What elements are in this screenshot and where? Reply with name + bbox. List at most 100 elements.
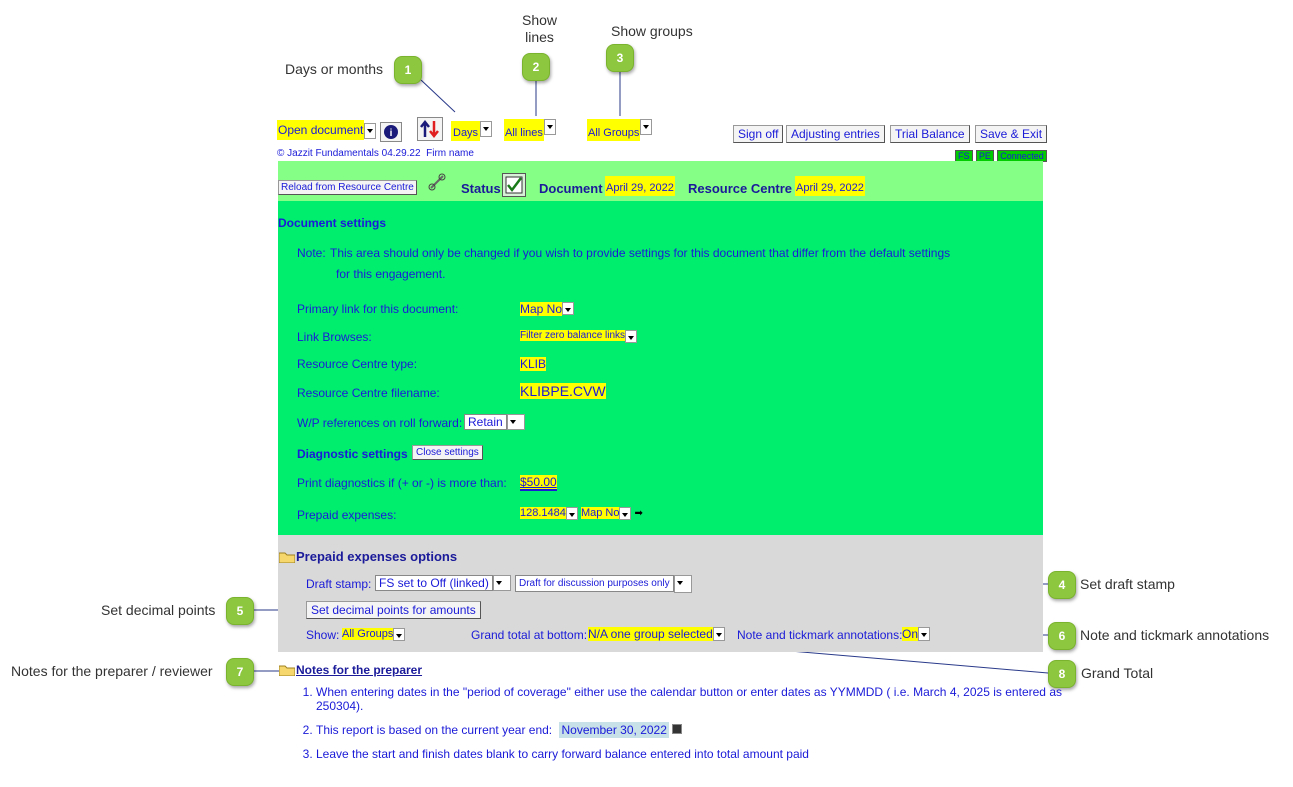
annotation-set-draft-stamp: Set draft stamp bbox=[1080, 576, 1175, 592]
options-folder-icon bbox=[278, 551, 296, 566]
callout-7: 7 bbox=[226, 658, 254, 686]
link-browses-select[interactable]: Filter zero balance links bbox=[520, 330, 638, 343]
rc-type-value: KLIB bbox=[520, 357, 547, 371]
status-label: Status: bbox=[461, 181, 506, 196]
wp-references-label: W/P references on roll forward: bbox=[297, 416, 463, 430]
grand-total-label: Grand total at bottom: bbox=[471, 628, 588, 642]
note-line2: for this engagement. bbox=[336, 267, 446, 281]
groups-value: All Groups bbox=[587, 119, 641, 141]
document-label: Document : bbox=[539, 181, 611, 196]
annotation-set-decimal-points: Set decimal points bbox=[101, 602, 216, 618]
draft-stamp-label: Draft stamp: bbox=[306, 577, 372, 591]
notes-title-link[interactable]: Notes for the preparer bbox=[296, 663, 422, 677]
callout-4: 4 bbox=[1048, 571, 1076, 599]
callout-3: 3 bbox=[606, 44, 634, 72]
show-value: All Groups bbox=[342, 628, 394, 640]
callout-8: 8 bbox=[1048, 660, 1076, 688]
days-months-select[interactable]: Days bbox=[451, 121, 493, 141]
rc-filename-value: KLIBPE.CVW bbox=[520, 383, 606, 399]
draft-stamp-select[interactable]: FS set to Off (linked) bbox=[375, 575, 511, 591]
chevron-down-icon bbox=[918, 627, 931, 641]
note-item-2: This report is based on the current year… bbox=[316, 722, 1062, 738]
info-icon: i bbox=[384, 125, 398, 139]
note-line1: This area should only be changed if you … bbox=[330, 246, 951, 260]
primary-link-select[interactable]: Map No bbox=[520, 302, 575, 316]
rc-filename-label: Resource Centre filename: bbox=[297, 386, 440, 400]
chevron-down-icon bbox=[543, 119, 556, 135]
chevron-down-icon bbox=[562, 302, 575, 315]
show-select[interactable]: All Groups bbox=[342, 628, 406, 641]
draft-text-value: Draft for discussion purposes only bbox=[515, 575, 674, 592]
chevron-down-icon bbox=[480, 121, 493, 137]
chevron-down-icon bbox=[506, 414, 525, 430]
show-label: Show: bbox=[306, 628, 340, 642]
callout-1: 1 bbox=[394, 56, 422, 84]
primary-link-label: Primary link for this document: bbox=[297, 302, 459, 316]
note-tickmark-select[interactable]: On bbox=[902, 627, 931, 641]
notes-list: When entering dates in the "period of co… bbox=[296, 685, 1062, 771]
set-decimal-points-button[interactable]: Set decimal points for amounts bbox=[306, 601, 481, 619]
open-document-menu[interactable]: Open document bbox=[277, 120, 377, 140]
options-title: Prepaid expenses options bbox=[296, 549, 458, 564]
notes-folder-icon bbox=[278, 664, 296, 679]
note-tickmark-label: Note and tickmark annotations: bbox=[737, 628, 903, 642]
chevron-down-icon bbox=[492, 575, 511, 591]
annotation-note-tickmark: Note and tickmark annotations bbox=[1080, 627, 1270, 643]
info-button[interactable]: i bbox=[380, 122, 402, 142]
chevron-down-icon bbox=[393, 628, 406, 641]
chevron-down-icon bbox=[364, 123, 377, 139]
rc-date: April 29, 2022 bbox=[795, 176, 865, 196]
trial-balance-button[interactable]: Trial Balance bbox=[890, 125, 970, 143]
draft-text-select[interactable]: Draft for discussion purposes only bbox=[515, 575, 692, 593]
wp-references-select[interactable]: Retain bbox=[464, 414, 525, 430]
link-icon[interactable] bbox=[427, 172, 447, 192]
sign-off-button[interactable]: Sign off bbox=[733, 125, 784, 143]
year-end-date[interactable]: November 30, 2022 bbox=[559, 722, 669, 738]
prepaid-map-select[interactable]: Map No bbox=[580, 507, 632, 520]
calendar-icon[interactable] bbox=[672, 724, 683, 734]
note-item-2-text: This report is based on the current year… bbox=[316, 723, 553, 737]
svg-text:i: i bbox=[390, 128, 393, 139]
open-document-label: Open document bbox=[277, 120, 365, 140]
annotation-show-lines: Show lines bbox=[522, 12, 558, 45]
prepaid-expenses-selects: 128.1484 Map No ➡ bbox=[520, 507, 643, 520]
adjusting-entries-button[interactable]: Adjusting entries bbox=[786, 125, 885, 143]
annotation-days-or-months: Days or months bbox=[285, 61, 384, 77]
save-exit-button[interactable]: Save & Exit bbox=[975, 125, 1048, 143]
chevron-down-icon bbox=[619, 507, 632, 520]
reload-button[interactable]: Reload from Resource Centre bbox=[278, 180, 417, 195]
rc-type-label: Resource Centre type: bbox=[297, 357, 418, 371]
annotation-show-groups: Show groups bbox=[611, 23, 693, 39]
lines-value: All lines bbox=[504, 119, 544, 141]
arrow-right-icon[interactable]: ➡ bbox=[635, 508, 643, 519]
prepaid-expenses-label: Prepaid expenses: bbox=[297, 508, 397, 522]
primary-link-value: Map No bbox=[520, 302, 563, 316]
close-settings-button[interactable]: Close settings bbox=[412, 445, 483, 460]
grand-total-select[interactable]: N/A one group selected bbox=[588, 627, 725, 641]
lines-select[interactable]: All lines bbox=[504, 119, 556, 141]
document-date: April 29, 2022 bbox=[605, 176, 675, 196]
annotation-notes-preparer-reviewer: Notes for the preparer / reviewer bbox=[11, 663, 213, 679]
print-diagnostics-value[interactable]: $50.00 bbox=[520, 475, 557, 491]
annotation-grand-total: Grand Total bbox=[1081, 665, 1154, 681]
chevron-down-icon bbox=[625, 330, 638, 343]
copyright-text: © Jazzit Fundamentals 04.29.22 Firm name bbox=[277, 148, 474, 159]
prepaid-number-value: 128.1484 bbox=[520, 507, 566, 519]
draft-stamp-value: FS set to Off (linked) bbox=[375, 575, 493, 591]
groups-select[interactable]: All Groups bbox=[587, 119, 653, 141]
print-diagnostics-label: Print diagnostics if (+ or -) is more th… bbox=[297, 476, 507, 490]
chevron-down-icon bbox=[673, 575, 692, 593]
status-check-icon[interactable] bbox=[502, 173, 526, 197]
link-browses-label: Link Browses: bbox=[297, 330, 372, 344]
document-settings-title: Document settings bbox=[278, 216, 387, 230]
prepaid-map-value: Map No bbox=[580, 507, 620, 519]
days-value: Days bbox=[451, 121, 481, 141]
note-item-1: When entering dates in the "period of co… bbox=[316, 685, 1062, 713]
chevron-down-icon bbox=[565, 507, 578, 520]
status-toggles: FS PE Connected bbox=[955, 148, 1047, 162]
rc-label: Resource Centre : bbox=[688, 181, 800, 196]
sort-button[interactable] bbox=[417, 117, 443, 141]
prepaid-number-select[interactable]: 128.1484 bbox=[520, 507, 578, 520]
chevron-down-icon bbox=[640, 119, 653, 135]
callout-6: 6 bbox=[1048, 622, 1076, 650]
